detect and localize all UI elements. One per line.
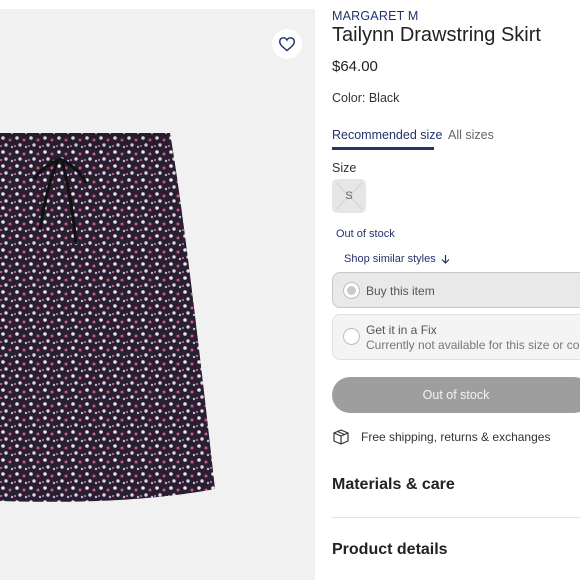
fix-option-label: Get it in a Fix — [366, 323, 437, 337]
out-of-stock-button[interactable]: Out of stock — [332, 377, 580, 413]
buy-this-item-option[interactable]: Buy this item — [332, 272, 580, 308]
radio-unselected[interactable] — [343, 328, 360, 345]
color-value: Black — [368, 91, 400, 105]
shipping-text: Free shipping, returns & exchanges — [361, 430, 551, 444]
product-details-section[interactable]: Product details — [332, 541, 448, 559]
section-divider — [332, 517, 580, 518]
get-it-in-fix-option[interactable]: Get it in a Fix Currently not available … — [332, 314, 580, 360]
size-option-s[interactable]: S — [332, 179, 366, 213]
brand-name[interactable]: MARGARET M — [332, 9, 419, 23]
availability-status: Out of stock — [336, 228, 395, 240]
shop-similar-link[interactable]: Shop similar styles — [344, 253, 450, 265]
tab-recommended-size[interactable]: Recommended size — [332, 128, 442, 142]
tab-all-sizes[interactable]: All sizes — [448, 128, 494, 142]
shop-similar-label: Shop similar styles — [344, 253, 436, 265]
color-label: Color: — [332, 91, 366, 105]
heart-outline-icon — [278, 37, 296, 52]
size-tabs: Recommended size All sizes — [332, 128, 580, 152]
size-label: Size — [332, 161, 357, 175]
product-details-panel: MARGARET M Tailynn Drawstring Skirt $64.… — [332, 0, 580, 580]
product-title: Tailynn Drawstring Skirt — [332, 24, 541, 46]
size-option-label: S — [345, 190, 353, 202]
buy-option-label: Buy this item — [366, 284, 435, 298]
favorite-button[interactable] — [272, 29, 302, 59]
arrow-down-icon — [441, 255, 450, 264]
active-tab-indicator — [332, 147, 434, 150]
radio-selected[interactable] — [343, 282, 360, 299]
color-info: Color: Black — [332, 91, 399, 105]
shipping-info: Free shipping, returns & exchanges — [332, 429, 550, 445]
materials-care-section[interactable]: Materials & care — [332, 476, 455, 494]
product-price: $64.00 — [332, 58, 378, 75]
product-image-panel — [0, 9, 315, 580]
product-image — [0, 133, 215, 502]
box-package-icon — [333, 429, 349, 445]
fix-option-sublabel: Currently not available for this size or… — [366, 338, 580, 352]
